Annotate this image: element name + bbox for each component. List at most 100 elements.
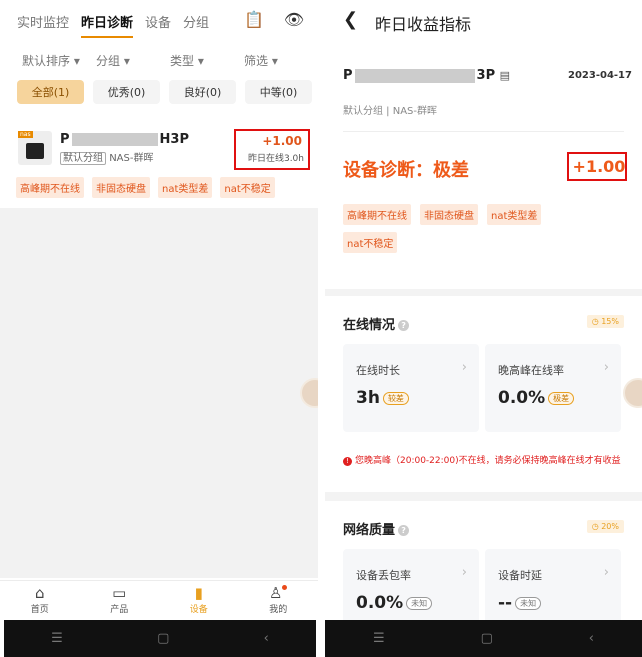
- earnings-amount: +1.00: [262, 134, 302, 148]
- metric-value: 0.0% 极差: [498, 388, 575, 408]
- rating-badge: 较差: [382, 391, 409, 405]
- device-name: P H3P: [60, 132, 189, 147]
- back-arrow-icon[interactable]: ‹: [589, 631, 594, 646]
- help-icon[interactable]: ?: [398, 320, 410, 331]
- group-label: 默认分组: [60, 152, 106, 165]
- filter-bar: 默认排序 ▾ 分组 ▾ 类型 ▾ 筛选 ▾: [22, 52, 318, 69]
- home-square-icon[interactable]: ▢: [157, 631, 169, 646]
- metric-label: 设备丢包率: [356, 569, 411, 582]
- menu-icon[interactable]: ☰: [51, 631, 63, 646]
- metric-label: 晚高峰在线率: [498, 364, 564, 377]
- system-nav-bar: ☰ ▢ ‹: [325, 620, 642, 657]
- tab-devices[interactable]: 设备: [145, 12, 171, 31]
- device-icon: ▮: [194, 584, 203, 602]
- right-screen: ❮ 昨日收益指标 P 3P ▤ 2023-04-17 默认分组 | NAS-群晖 …: [325, 0, 642, 657]
- type-filter[interactable]: 类型 ▾: [170, 52, 244, 69]
- top-tabs: 实时监控 昨日诊断 设备 分组: [17, 12, 209, 38]
- nav-home[interactable]: ⌂ 首页: [0, 581, 80, 620]
- chip-all[interactable]: 全部(1): [17, 80, 84, 104]
- section-title: 在线情况?: [343, 314, 410, 333]
- notification-dot: [282, 585, 288, 590]
- eye-icon[interactable]: 👁: [284, 10, 304, 29]
- copy-icon[interactable]: ▤: [500, 69, 510, 82]
- diagnosis-tags: 高峰期不在线 非固态硬盘 nat类型差 nat不稳定: [343, 204, 583, 253]
- nav-devices[interactable]: ▮ 设备: [159, 581, 239, 620]
- weight-percent: ◷ 15%: [586, 315, 624, 328]
- nav-products[interactable]: ▭ 产品: [80, 581, 160, 620]
- report-date: 2023-04-17: [568, 70, 632, 81]
- group-filter[interactable]: 分组 ▾: [96, 52, 170, 69]
- home-square-icon[interactable]: ▢: [481, 631, 493, 646]
- nas-badge: nas: [18, 131, 33, 138]
- system-nav-bar: ☰ ▢ ‹: [4, 620, 316, 657]
- tag: 非固态硬盘: [92, 177, 150, 198]
- tag: 高峰期不在线: [16, 177, 84, 198]
- rating-chips: 全部(1) 优秀(0) 良好(0) 中等(0): [17, 80, 312, 104]
- network-section: 网络质量? ◷ 20% 设备丢包率 › 0.0% 未知 设备时延 › -- 未知: [325, 501, 642, 637]
- alert-icon: !: [343, 457, 352, 466]
- tab-groups[interactable]: 分组: [183, 12, 209, 31]
- redacted-block: [71, 133, 158, 146]
- tab-yesterday-diagnosis[interactable]: 昨日诊断: [81, 12, 134, 38]
- help-icon[interactable]: ?: [398, 525, 410, 536]
- rating-badge: 极差: [548, 391, 575, 405]
- top-bar: ❮ 昨日收益指标: [325, 0, 642, 42]
- nas-box-icon: [26, 143, 44, 159]
- diagnosis-tags: 高峰期不在线 非固态硬盘 nat类型差 nat不稳定: [16, 177, 275, 198]
- header-icons: 📋 👁: [244, 10, 304, 29]
- left-screen: 实时监控 昨日诊断 设备 分组 📋 👁 默认排序 ▾ 分组 ▾ 类型 ▾ 筛选 …: [0, 0, 318, 657]
- redacted-block: [354, 68, 475, 83]
- tag: nat类型差: [158, 177, 213, 198]
- empty-area: [0, 208, 318, 578]
- clipboard-pulse-icon[interactable]: 📋: [244, 10, 264, 29]
- nas-device-thumbnail: nas: [18, 131, 52, 165]
- metric-value: 0.0% 未知: [356, 593, 433, 613]
- rating-badge: 未知: [406, 596, 433, 610]
- nav-mine[interactable]: ♙ 我的: [239, 581, 319, 620]
- metric-label: 设备时延: [498, 569, 542, 582]
- online-section: 在线情况? ◷ 15% 在线时长 › 3h 较差 晚高峰在线率 › 0.0% 极差 …: [325, 296, 642, 492]
- tag: 高峰期不在线: [343, 204, 411, 225]
- page-title: 昨日收益指标: [375, 15, 472, 34]
- chevron-right-icon: ›: [461, 565, 467, 580]
- chevron-right-icon: ›: [461, 360, 467, 375]
- device-name: P 3P ▤: [343, 68, 511, 83]
- back-arrow-icon[interactable]: ‹: [264, 631, 269, 646]
- section-title: 网络质量?: [343, 519, 410, 538]
- diagnosis-result: 设备诊断：极差: [343, 160, 469, 181]
- chip-medium[interactable]: 中等(0): [245, 80, 312, 104]
- weight-percent: ◷ 20%: [586, 520, 624, 533]
- sort-filter[interactable]: 默认排序 ▾: [22, 52, 96, 69]
- bottom-nav: ⌂ 首页 ▭ 产品 ▮ 设备 ♙ 我的: [0, 580, 318, 620]
- home-icon: ⌂: [34, 584, 45, 602]
- metric-value: 3h 较差: [356, 388, 409, 408]
- warning-message: ! 您晚高峰（20:00-22:00)不在线，请务必保持晚高峰在线才有收益: [343, 454, 628, 468]
- back-icon[interactable]: ❮: [343, 9, 358, 30]
- chevron-right-icon: ›: [603, 360, 609, 375]
- tag: 非固态硬盘: [420, 204, 478, 225]
- metric-value: -- 未知: [498, 593, 542, 613]
- tag: nat不稳定: [220, 177, 275, 198]
- earnings-amount: +1.00: [572, 157, 626, 176]
- rating-badge: 未知: [515, 596, 542, 610]
- summary-card: P 3P ▤ 2023-04-17 默认分组 | NAS-群晖 设备诊断：极差 +…: [325, 42, 642, 289]
- divider: [318, 0, 325, 657]
- device-group-line: 默认分组 NAS-群晖: [60, 149, 154, 165]
- tag: nat类型差: [487, 204, 542, 225]
- tab-realtime[interactable]: 实时监控: [17, 12, 69, 31]
- screen-filter[interactable]: 筛选 ▾: [244, 52, 318, 69]
- product-icon: ▭: [112, 584, 127, 602]
- device-type: NAS-群晖: [109, 153, 154, 164]
- separator: [343, 131, 624, 132]
- online-hours: 昨日在线3.0h: [247, 154, 304, 164]
- chip-excellent[interactable]: 优秀(0): [93, 80, 160, 104]
- tag: nat不稳定: [343, 232, 398, 253]
- user-icon: ♙: [239, 585, 319, 602]
- metric-label: 在线时长: [356, 364, 400, 377]
- menu-icon[interactable]: ☰: [373, 631, 385, 646]
- peak-online-rate-box[interactable]: 晚高峰在线率 › 0.0% 极差: [485, 344, 621, 432]
- online-duration-box[interactable]: 在线时长 › 3h 较差: [343, 344, 479, 432]
- chip-good[interactable]: 良好(0): [169, 80, 236, 104]
- device-group-line: 默认分组 | NAS-群晖: [343, 106, 438, 117]
- chevron-right-icon: ›: [603, 565, 609, 580]
